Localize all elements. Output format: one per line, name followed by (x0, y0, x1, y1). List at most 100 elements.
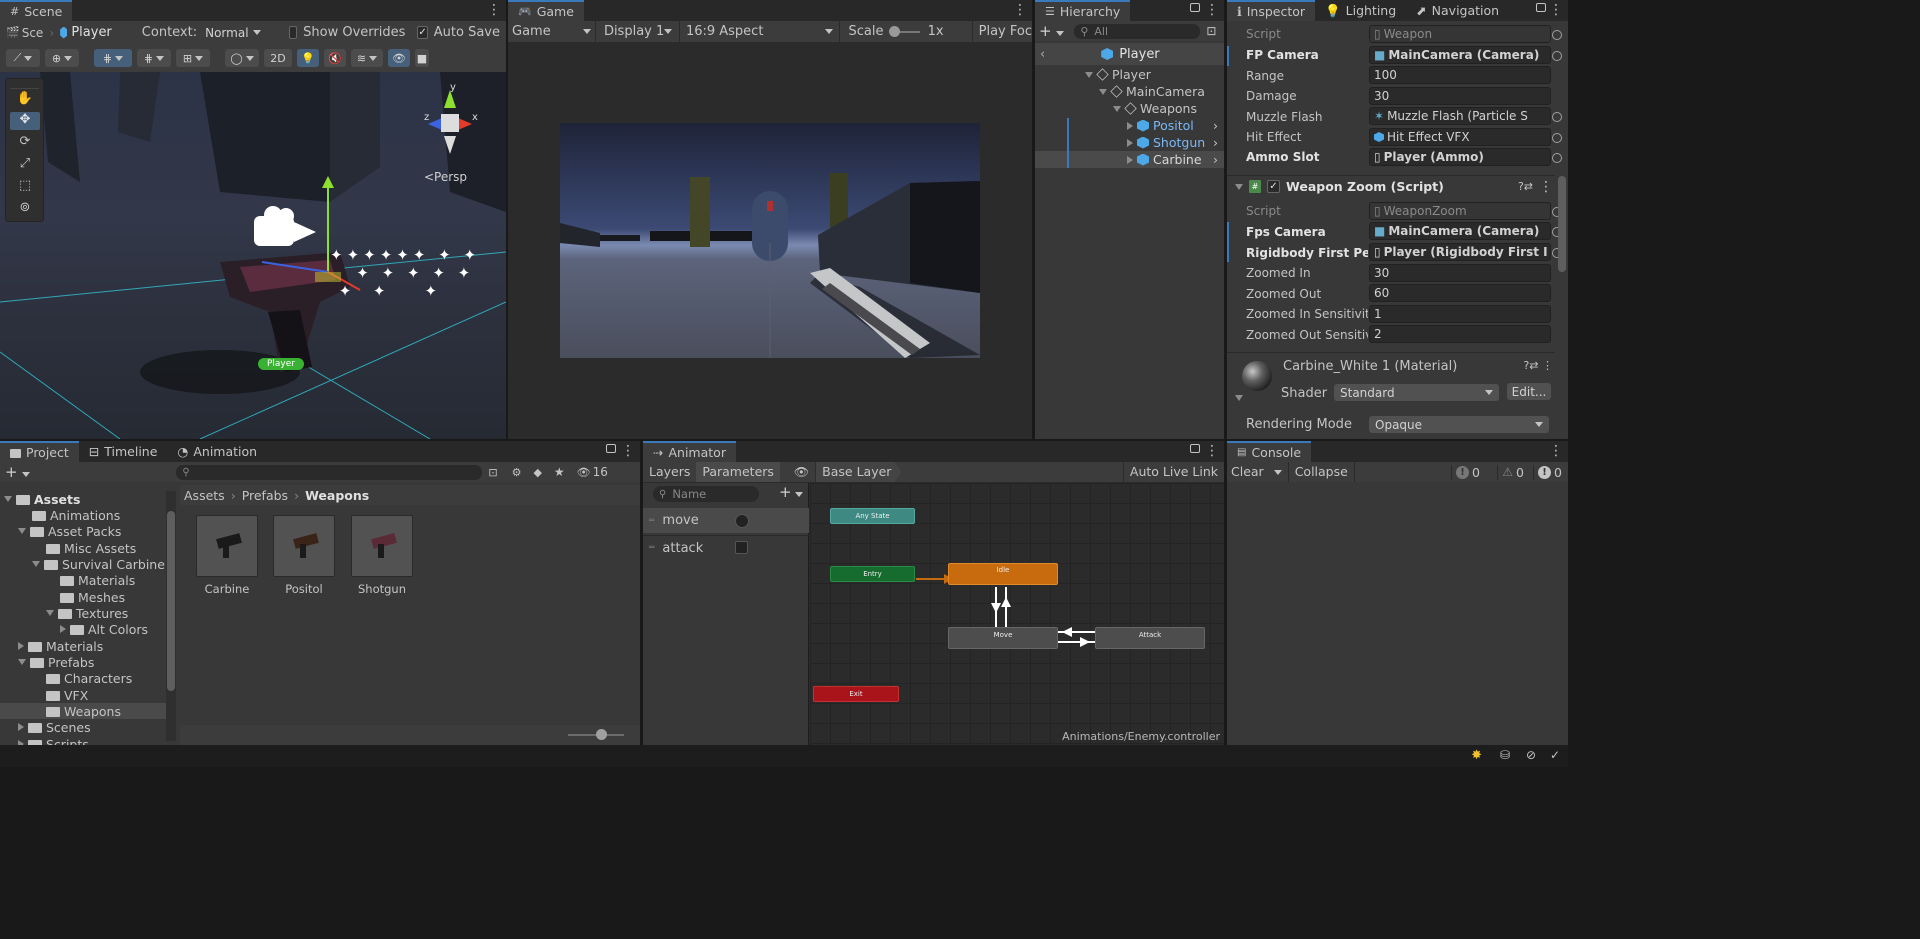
rendering-mode-dropdown[interactable]: Opaque (1369, 416, 1549, 433)
error-filter-button[interactable]: ! 0 (1451, 464, 1484, 480)
open-prefab-arrow-icon[interactable]: › (1213, 152, 1218, 167)
rigidbody-field[interactable]: ▯ Player (Rigidbody First I (1369, 243, 1551, 261)
fps-camera-field[interactable]: ■ MainCamera (Camera) (1369, 222, 1551, 240)
tree-folder-survival-carbine[interactable]: Survival Carbine (0, 556, 170, 572)
tree-folder-textures[interactable]: Textures (0, 605, 170, 621)
expand-arrow-icon[interactable] (1113, 105, 1121, 112)
animator-graph[interactable]: Any State Entry Idle Move Attack Exit An… (810, 483, 1224, 745)
trigger-radio[interactable] (735, 514, 749, 528)
tab-game[interactable]: 🎮 Game (508, 0, 584, 21)
tree-scrollbar[interactable] (166, 491, 176, 741)
rect-tool-icon[interactable]: ⬚ (10, 178, 40, 196)
hierarchy-search[interactable]: ⚲ All (1074, 23, 1201, 39)
game-view[interactable] (560, 123, 980, 358)
tab-animator[interactable]: ⇢ Animator (643, 441, 736, 462)
icon-size-slider[interactable] (568, 729, 624, 740)
orientation-gizmo[interactable]: y x z (414, 82, 484, 158)
tree-folder-animations[interactable]: Animations (0, 507, 170, 523)
object-picker-icon[interactable] (1552, 153, 1562, 163)
snap-increment-button[interactable]: ⋕ (137, 49, 171, 67)
open-prefab-arrow-icon[interactable]: › (1213, 118, 1218, 133)
lock-icon[interactable] (1190, 3, 1200, 12)
tab-inspector[interactable]: ℹ Inspector (1227, 0, 1316, 21)
context-dropdown[interactable]: Normal (203, 24, 263, 41)
zoomed-out-sensitivity-field[interactable]: 2 (1369, 325, 1551, 343)
tree-item-positol[interactable]: Positol › (1035, 117, 1224, 134)
scale-slider[interactable] (889, 25, 920, 37)
game-mode-dropdown[interactable]: Game (508, 21, 596, 42)
range-field[interactable]: 100 (1369, 66, 1551, 84)
global-button[interactable]: ⊕ (45, 49, 79, 67)
expand-arrow-icon[interactable] (32, 561, 40, 567)
palette-drag-handle[interactable] (10, 79, 39, 89)
parameter-search[interactable]: ⚲ Name (653, 486, 759, 502)
edit-shader-button[interactable]: Edit... (1507, 383, 1551, 400)
collab-status-icon[interactable]: ✓ (1550, 748, 1560, 762)
ammo-slot-field[interactable]: ▯ Player (Ammo) (1369, 148, 1551, 166)
asset-tile-positol[interactable]: Positol (273, 515, 335, 597)
move-tool-icon[interactable]: ✥ (10, 112, 40, 130)
tree-folder-characters[interactable]: Characters (0, 670, 170, 686)
breadcrumb-scene[interactable]: Sce (22, 26, 44, 40)
hierarchy-menu-icon[interactable]: ⋮ (1205, 2, 1219, 18)
tree-folder-scenes[interactable]: Scenes (0, 719, 170, 735)
script-field[interactable]: ▯ Weapon (1369, 25, 1551, 43)
expand-arrow-icon[interactable] (18, 659, 26, 665)
tab-hierarchy[interactable]: ☰ Hierarchy (1035, 0, 1131, 21)
state-move[interactable]: Move (948, 627, 1058, 649)
tree-folder-asset-packs[interactable]: Asset Packs (0, 523, 170, 539)
tab-console[interactable]: ▤ Console (1227, 441, 1312, 462)
lighting-toggle-icon[interactable]: 💡 (297, 49, 319, 67)
base-layer-breadcrumb[interactable]: Base Layer (815, 462, 902, 482)
animator-menu-icon[interactable]: ⋮ (1205, 443, 1219, 459)
scene-viewport[interactable]: ✦✦✦✦✦✦ ✦ ✦ ✦ ✦ ✦ ✦ ✦ ✦ ✦ ✦ Player ✋ ✥ ⟳ … (0, 72, 506, 439)
tab-navigation[interactable]: ⬈ Navigation (1406, 0, 1509, 21)
breadcrumb-assets[interactable]: Assets (184, 488, 225, 503)
project-search[interactable]: ⚲ (176, 464, 483, 480)
clear-options-dropdown[interactable] (1268, 462, 1289, 482)
object-picker-icon[interactable] (1552, 133, 1562, 143)
show-overrides-checkbox[interactable] (288, 26, 298, 39)
lock-icon[interactable] (1536, 3, 1546, 12)
drag-handle-icon[interactable]: ═ (649, 543, 654, 553)
layers-tab[interactable]: Layers (643, 462, 696, 482)
component-menu-icon[interactable]: ⋮ (1539, 179, 1553, 195)
parameter-attack[interactable]: ═ attack (643, 535, 809, 560)
zoom-script-field[interactable]: ▯ WeaponZoom (1369, 202, 1551, 220)
add-parameter-button[interactable]: + (779, 483, 803, 501)
tab-project[interactable]: Project (0, 441, 79, 462)
expand-arrow-icon[interactable] (4, 496, 12, 502)
collapse-arrow-icon[interactable] (18, 642, 24, 650)
auto-live-link-button[interactable]: Auto Live Link (1122, 462, 1224, 482)
parameter-move[interactable]: ═ move (643, 508, 809, 533)
play-focused-dropdown[interactable]: Play Foc (971, 21, 1032, 42)
favorite-star-icon[interactable]: ★ (554, 465, 565, 479)
activity-indicator-icon[interactable]: ✸ (1471, 748, 1482, 763)
lock-icon[interactable] (606, 444, 616, 453)
shading-mode-button[interactable]: ◯ (225, 49, 259, 67)
tab-scene[interactable]: # Scene (0, 0, 73, 21)
project-menu-icon[interactable]: ⋮ (621, 443, 635, 459)
object-picker-icon[interactable] (1552, 112, 1562, 122)
shader-dropdown[interactable]: Standard (1334, 384, 1499, 401)
expand-arrow-icon[interactable] (1085, 71, 1093, 78)
tree-item-player[interactable]: Player (1035, 66, 1224, 83)
tree-folder-weapons[interactable]: Weapons (0, 703, 166, 719)
camera-settings-icon[interactable]: ■ (415, 49, 429, 67)
inspector-scrollbar[interactable] (1558, 176, 1566, 272)
zoomed-out-field[interactable]: 60 (1369, 284, 1551, 302)
grid-snap-button[interactable]: ⋕ (94, 49, 132, 67)
lock-icon[interactable] (1190, 444, 1200, 453)
tree-folder-materials-sub[interactable]: Materials (0, 572, 170, 588)
parameters-tab[interactable]: Parameters (696, 462, 780, 482)
hit-effect-field[interactable]: Hit Effect VFX (1369, 128, 1551, 146)
expand-arrow-icon[interactable] (18, 528, 26, 534)
inspector-menu-icon[interactable]: ⋮ (1549, 2, 1563, 18)
info-filter-button[interactable]: ! 0 (1533, 464, 1566, 480)
tree-folder-prefabs[interactable]: Prefabs (0, 654, 170, 670)
warning-filter-button[interactable]: ⚠ 0 (1497, 464, 1528, 480)
tree-item-maincamera[interactable]: MainCamera (1035, 83, 1224, 100)
state-idle[interactable]: Idle (948, 563, 1058, 585)
tab-lighting[interactable]: 💡 Lighting (1315, 0, 1406, 21)
tree-scrollbar-thumb[interactable] (167, 511, 175, 691)
